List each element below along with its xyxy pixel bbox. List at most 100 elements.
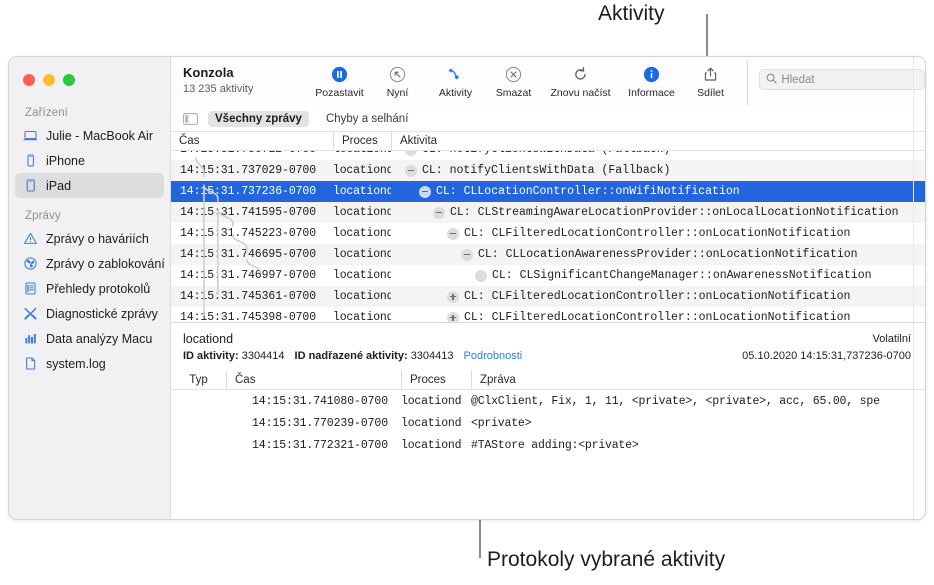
sidebar-item-log-reports[interactable]: Přehledy protokolů [15,276,164,301]
ipad-icon [23,178,38,193]
table-row[interactable]: 14:15:31.746695-0700 locationd CL: CLLocat… [171,244,925,265]
document-lines-icon [23,281,38,296]
sidebar-item-label: Přehledy protokolů [46,281,151,296]
table-row[interactable]: 14:15:31.737236-0700 locationd CL: CLLocat… [171,181,925,202]
table-row[interactable]: 14:15:31.745361-0700 locationd CL: CLFilte… [171,286,925,307]
sidebar-toggle-icon[interactable] [183,112,198,125]
sidebar-group-title-devices: Zařízení [25,107,68,119]
table-row[interactable]: 14:15:31.736712-0700locationd CL: notifyC… [171,151,925,160]
row-activity: CL: CLLocationController::onWifiNotifica… [391,185,925,198]
row-process: locationd [333,269,391,282]
table-row[interactable]: 14:15:31.746997-0700 locationd CL: CLSigni… [171,265,925,286]
details-link[interactable]: Podrobnosti [464,350,523,362]
column-header-process[interactable]: Proces [333,131,391,151]
sidebar-item-spin-reports[interactable]: Zprávy o zablokování [15,251,165,276]
row-activity-label: CL: CLFilteredLocationController::onLoca… [464,311,851,323]
pause-button[interactable]: Pozastavit [311,62,369,99]
sidebar-item-crash-reports[interactable]: Zprávy o haváriích [15,226,164,251]
row-activity: CL: CLLocationAwarenessProvider::onLocat… [391,248,925,261]
row-time: 14:15:31.745398-0700 [180,311,317,323]
close-button[interactable] [23,74,35,86]
sidebar-item-ipad[interactable]: iPad [15,173,164,198]
maximize-button[interactable] [63,74,75,86]
log-row-message: #TAStore adding:<private> [471,438,639,452]
search-icon [766,71,777,89]
row-activity-label: CL: notifyClientsWithData (Fallback) [422,164,671,177]
sidebar-item-system-log[interactable]: system.log [15,351,164,376]
app-title: Konzola [183,65,234,80]
row-process: locationd [333,311,391,323]
collapse-icon[interactable] [447,227,459,240]
activity-rows: 14:15:31.736712-0700locationdCL: notifyC… [171,151,925,323]
table-row[interactable]: 14:15:31.745398-0700 locationd CL: CLFilte… [171,307,925,323]
log-column-header-message[interactable]: Zpráva [471,369,925,390]
toolbar-button-label: Smazat [495,87,532,99]
column-header-activity[interactable]: Aktivita [391,131,925,151]
log-row[interactable]: 14:15:31.741080-0700 locationd @ClxClient,… [171,390,925,412]
detail-timestamp: 05.10.2020 14:15:31,737236-0700 [742,350,911,362]
reload-icon [572,63,589,85]
collapse-icon[interactable] [433,206,445,219]
sidebar: Zařízení Julie - MacBook Air iPhone iPad [9,57,171,519]
expand-icon[interactable] [447,290,459,303]
clear-button[interactable]: Smazat [485,62,543,99]
sidebar-item-label: Data analýzy Macu [46,331,153,346]
detail-activity-id: ID aktivity: 3304414 [183,350,285,362]
tab-errors-and-faults[interactable]: Chyby a selhání [319,111,415,127]
row-time: 14:15:31.745223-0700 [180,227,317,240]
search-input[interactable]: Hledat [759,69,925,90]
reload-button[interactable]: Znovu načíst [543,62,619,99]
share-button[interactable]: Sdílet [685,62,737,99]
log-row-message: <private> [471,416,532,430]
sidebar-item-diagnostic-reports[interactable]: Diagnostické zprávy [15,301,164,326]
table-row[interactable]: 14:15:31.745223-0700 locationd CL: CLFilte… [171,223,925,244]
column-header-time[interactable]: Čas [171,132,333,151]
row-time: 14:15:31.741595-0700 [180,206,317,219]
activities-button[interactable]: Aktivity [427,62,485,99]
row-process: locationd [333,290,391,303]
minimize-button[interactable] [43,74,55,86]
row-process: locationd [333,151,391,156]
table-row[interactable]: 14:15:31.737029-0700 locationd CL: notifyC… [171,160,925,181]
toolbar-button-label: Pozastavit [315,87,364,99]
row-process: locationd [333,248,391,261]
sidebar-item-iphone[interactable]: iPhone [15,148,164,173]
fan-icon [23,256,38,271]
tools-icon [23,306,38,321]
sidebar-item-mac-analytics-data[interactable]: Data analýzy Macu [15,326,164,351]
log-row-time: 14:15:31.770239-0700 [252,416,389,430]
detail-scroll-rail[interactable] [913,57,925,519]
toolbar-button-label: Nyní [386,87,409,99]
row-time: 14:15:31.746695-0700 [180,248,317,261]
sidebar-item-label: Zprávy o zablokování [46,256,165,271]
sidebar-group-title-reports: Zprávy [25,210,61,222]
collapse-icon[interactable] [405,164,417,177]
log-row[interactable]: 14:15:31.770239-0700 locationd <private> [171,412,925,434]
table-row[interactable]: 14:15:31.741595-0700 locationd CL: CLStrea… [171,202,925,223]
collapse-icon[interactable] [405,151,417,156]
tab-all-messages[interactable]: Všechny zprávy [208,110,309,127]
info-button[interactable]: Informace [619,62,685,99]
row-activity: CL: CLFilteredLocationController::onLoca… [391,290,925,303]
sidebar-item-label: Diagnostické zprávy [46,306,158,321]
row-activity-label: CL: CLFilteredLocationController::onLoca… [464,227,851,240]
detail-activity-id-value: 3304414 [241,350,285,362]
log-row[interactable]: 14:15:31.772321-0700 locationd #TAStore ad… [171,434,925,456]
log-table-header: Typ Čas Proces Zpráva [171,369,925,390]
collapse-icon[interactable] [461,248,473,261]
toolbar-divider [746,61,748,105]
row-process: locationd [333,164,391,177]
now-button[interactable]: Nyní [369,62,427,99]
sidebar-item-julie-macbook-air[interactable]: Julie - MacBook Air [15,123,164,148]
expand-icon[interactable] [447,311,459,322]
activity-list[interactable]: 14:15:31.736712-0700locationdCL: notifyC… [171,151,925,323]
now-arrow-icon [389,63,406,85]
log-rows[interactable]: 14:15:31.741080-0700 locationd @ClxClient,… [171,390,925,456]
pause-icon [331,63,348,85]
toolbar-button-label: Znovu načíst [550,87,611,99]
collapse-icon[interactable] [419,185,431,198]
toolbar-button-label: Informace [628,87,675,99]
log-column-header-time[interactable]: Čas [226,369,401,390]
log-column-header-type[interactable]: Typ [171,370,226,390]
log-column-header-process[interactable]: Proces [401,369,471,390]
